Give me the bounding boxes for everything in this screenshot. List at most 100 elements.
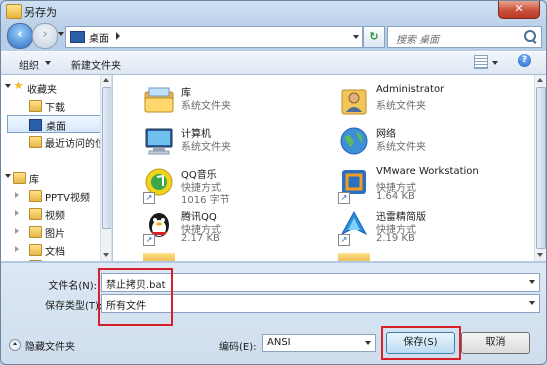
sidebar-item-pptv[interactable]: PPTV视频: [1, 187, 111, 204]
recent-places-icon: [29, 136, 42, 148]
list-item[interactable]: Administrator 系统文件夹: [338, 82, 534, 122]
picture-library-icon: [29, 226, 42, 238]
file-list: 库 系统文件夹 Administrator 系统文件夹 计算机 系统文件夹 网络…: [113, 75, 534, 261]
forward-button[interactable]: ›: [32, 23, 58, 49]
sidebar-item-favorites[interactable]: ★ 收藏夹: [1, 79, 111, 96]
item-type: 系统文件夹: [181, 101, 231, 112]
shortcut-arrow-icon: ↗: [143, 234, 155, 246]
refresh-button[interactable]: ↻: [363, 26, 385, 48]
item-type: 系统文件夹: [181, 142, 231, 153]
folder-icon: [6, 4, 22, 19]
list-item[interactable]: ↗ QQ音乐 快捷方式 1016 字节: [143, 164, 343, 206]
chevron-down-icon[interactable]: [365, 341, 371, 345]
sidebar-item-music[interactable]: 音乐: [1, 257, 111, 261]
address-row: ‹ › 桌面 ↻ 搜索 桌面: [1, 21, 546, 51]
shortcut-arrow-icon: ↗: [338, 192, 350, 204]
chevron-down-icon[interactable]: [5, 84, 11, 88]
desktop-icon: [70, 31, 85, 43]
cancel-button[interactable]: 取消: [461, 332, 530, 354]
item-type: 系统文件夹: [376, 142, 426, 153]
sidebar-item-label: 库: [29, 175, 39, 186]
breadcrumb[interactable]: 桌面: [89, 30, 109, 45]
scroll-down-icon[interactable]: [537, 253, 543, 257]
chevron-right-icon[interactable]: [15, 210, 19, 216]
sidebar-item-label: 收藏夹: [27, 85, 57, 96]
chevron-down-icon[interactable]: [5, 174, 11, 178]
navigation-pane: ★ 收藏夹 下载 桌面 最近访问的位置 库 PPTV视频 视频 图片 文档: [1, 75, 112, 261]
item-size: 1016 字节: [181, 195, 230, 206]
sidebar-item-videos[interactable]: 视频: [1, 205, 111, 222]
title-bar: 另存为 ✕: [1, 1, 546, 21]
list-item[interactable]: ↗ 迅雷精简版 快捷方式 2.19 KB: [338, 206, 534, 246]
filename-label: 文件名(N):: [48, 281, 97, 292]
encoding-label: 编码(E):: [219, 342, 257, 353]
address-bar[interactable]: 桌面: [65, 26, 363, 48]
scroll-up-icon[interactable]: [103, 78, 109, 82]
search-input[interactable]: 搜索 桌面: [387, 26, 542, 48]
library-icon: [144, 87, 174, 113]
video-library-icon: [29, 208, 42, 220]
recent-locations-dropdown[interactable]: [58, 32, 64, 36]
item-name: VMware Workstation: [376, 166, 479, 177]
chevron-right-icon[interactable]: [15, 228, 19, 234]
computer-icon: [145, 128, 173, 155]
shortcut-arrow-icon: ↗: [338, 234, 350, 246]
chevron-right-icon[interactable]: [116, 32, 120, 40]
save-as-dialog: 另存为 ✕ ‹ › 桌面 ↻ 搜索 桌面 组织 新建文件夹 ? ★ 收藏夹 下载…: [0, 0, 547, 365]
star-icon: ★: [13, 79, 24, 92]
list-item[interactable]: [338, 251, 534, 261]
list-item[interactable]: ↗ VMware Workstation 快捷方式 1.64 KB: [338, 164, 534, 204]
shortcut-arrow-icon: ↗: [143, 192, 155, 204]
document-library-icon: [29, 244, 42, 256]
list-item[interactable]: 库 系统文件夹: [143, 82, 343, 122]
help-button[interactable]: ?: [518, 54, 531, 67]
search-placeholder: 搜索 桌面: [396, 35, 440, 46]
view-options-icon[interactable]: [474, 55, 488, 69]
user-folder-icon: [341, 89, 367, 115]
sidebar-item-desktop[interactable]: 桌面: [7, 115, 109, 133]
sidebar-item-label: 文档: [45, 247, 65, 258]
file-list-scrollbar[interactable]: [534, 75, 546, 261]
sidebar-item-label: 音乐: [45, 259, 65, 261]
sidebar-item-recent[interactable]: 最近访问的位置: [1, 133, 111, 150]
chevron-down-icon[interactable]: [45, 61, 51, 65]
chevron-right-icon[interactable]: [15, 192, 19, 198]
sidebar-item-pictures[interactable]: 图片: [1, 223, 111, 240]
sidebar-item-label: 图片: [45, 229, 65, 240]
organize-button[interactable]: 组织: [19, 57, 39, 72]
scroll-thumb[interactable]: [536, 87, 546, 249]
sidebar-item-downloads[interactable]: 下载: [1, 97, 111, 114]
download-folder-icon: [29, 100, 42, 112]
filetype-label: 保存类型(T):: [45, 301, 103, 312]
scroll-down-icon[interactable]: [103, 253, 109, 257]
video-library-icon: [29, 190, 42, 202]
command-toolbar: 组织 新建文件夹 ?: [1, 51, 546, 75]
sidebar-item-label: 下载: [45, 103, 65, 114]
chevron-down-icon[interactable]: [529, 280, 535, 284]
encoding-select[interactable]: ANSI: [262, 334, 376, 352]
list-item[interactable]: 网络 系统文件夹: [338, 123, 534, 163]
scroll-thumb[interactable]: [102, 87, 111, 229]
back-button[interactable]: ‹: [7, 23, 33, 49]
chevron-down-icon[interactable]: [492, 61, 498, 65]
list-item[interactable]: 计算机 系统文件夹: [143, 123, 343, 163]
chevron-down-icon[interactable]: [353, 35, 359, 39]
item-size: 2.19 KB: [376, 233, 415, 244]
item-size: 1.64 KB: [376, 191, 415, 202]
sidebar-item-label: 桌面: [46, 122, 66, 133]
sidebar-item-label: PPTV视频: [45, 193, 91, 204]
file-icon: [338, 253, 370, 261]
list-item[interactable]: [143, 251, 343, 261]
list-item[interactable]: ↗ 腾讯QQ 快捷方式 2.17 KB: [143, 206, 343, 246]
chevron-right-icon[interactable]: [15, 246, 19, 252]
highlight-box: [98, 268, 173, 326]
highlight-box: [381, 326, 461, 360]
sidebar-scrollbar[interactable]: [100, 75, 111, 261]
sidebar-item-documents[interactable]: 文档: [1, 241, 111, 258]
chevron-down-icon[interactable]: [529, 301, 535, 305]
new-folder-button[interactable]: 新建文件夹: [71, 57, 121, 72]
scroll-up-icon[interactable]: [537, 78, 543, 82]
close-button[interactable]: ✕: [498, 1, 540, 19]
library-icon: [13, 172, 26, 184]
sidebar-item-libraries[interactable]: 库: [1, 169, 111, 186]
